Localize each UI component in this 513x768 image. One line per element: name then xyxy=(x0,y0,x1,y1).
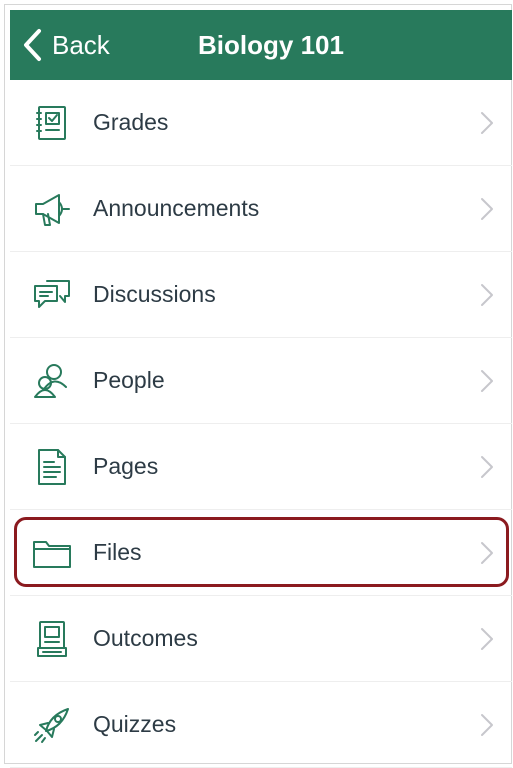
navigation-bar: Back Biology 101 xyxy=(10,10,512,80)
chevron-right-icon xyxy=(481,370,493,392)
menu-item-label: People xyxy=(93,367,165,393)
menu-item-discussions[interactable]: Discussions xyxy=(10,252,512,338)
gradebook-icon xyxy=(32,103,72,143)
chevron-right-icon xyxy=(481,714,493,736)
chevron-right-icon xyxy=(481,284,493,306)
menu-item-label: Grades xyxy=(93,109,169,135)
chevron-right-icon xyxy=(481,198,493,220)
menu-item-pages[interactable]: Pages xyxy=(10,424,512,510)
menu-item-label: Outcomes xyxy=(93,625,198,651)
chevron-right-icon xyxy=(481,542,493,564)
rocket-icon xyxy=(32,705,72,745)
menu-item-grades[interactable]: Grades xyxy=(10,80,512,166)
chevron-right-icon xyxy=(481,628,493,650)
menu-item-outcomes[interactable]: Outcomes xyxy=(10,596,512,682)
people-icon xyxy=(32,361,72,401)
folder-icon xyxy=(32,533,72,573)
menu-item-label: Pages xyxy=(93,453,159,479)
chevron-right-icon xyxy=(481,456,493,478)
menu-item-files[interactable]: Files xyxy=(10,510,512,596)
menu-item-label: Quizzes xyxy=(93,711,177,737)
menu-item-announcements[interactable]: Announcements xyxy=(10,166,512,252)
megaphone-icon xyxy=(32,189,72,229)
menu-item-label: Announcements xyxy=(93,195,260,221)
menu-item-people[interactable]: People xyxy=(10,338,512,424)
outcomes-icon xyxy=(32,619,72,659)
chevron-right-icon xyxy=(481,112,493,134)
course-menu: Grades Announcements Discussions People … xyxy=(10,80,512,768)
menu-item-label: Files xyxy=(93,539,142,565)
menu-item-label: Discussions xyxy=(93,281,216,307)
course-title: Biology 101 xyxy=(198,29,344,60)
chat-bubbles-icon xyxy=(32,275,72,315)
document-icon xyxy=(32,447,72,487)
menu-item-quizzes[interactable]: Quizzes xyxy=(10,682,512,768)
